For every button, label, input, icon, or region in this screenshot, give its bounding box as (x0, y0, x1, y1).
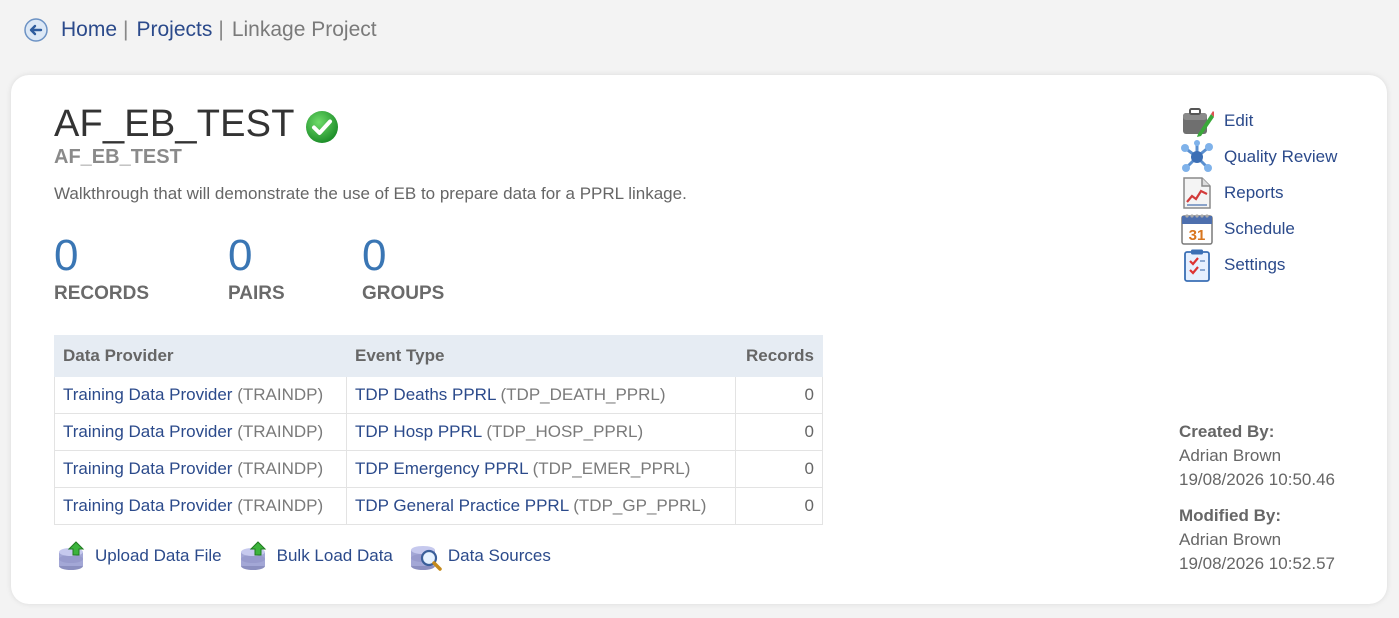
records-cell: 0 (735, 450, 823, 488)
event-type-link[interactable]: TDP Deaths PPRL (355, 385, 496, 404)
network-nodes-icon (1181, 140, 1213, 172)
stat-groups-label: GROUPS (362, 283, 445, 304)
calendar-day: 31 (1189, 227, 1206, 244)
project-description: Walkthrough that will demonstrate the us… (54, 184, 687, 203)
stat-pairs-label: PAIRS (228, 283, 285, 304)
table-row: Training Data Provider (TRAINDP) TDP Dea… (54, 376, 823, 414)
breadcrumb-separator: | (218, 18, 224, 41)
project-metadata: Created By: Adrian Brown 19/08/2026 10:5… (1179, 420, 1335, 588)
event-code: (TDP_EMER_PPRL) (532, 459, 691, 478)
calendar-icon: 31 (1181, 214, 1213, 245)
breadcrumb-current: Linkage Project (231, 18, 377, 41)
edit-label: Edit (1224, 111, 1254, 130)
modified-at: 19/08/2026 10:52.57 (1179, 554, 1335, 573)
records-cell: 0 (735, 413, 823, 451)
column-header-data-provider: Data Provider (54, 335, 347, 377)
bulk-load-data-label: Bulk Load Data (276, 546, 393, 565)
settings-label: Settings (1224, 255, 1286, 274)
event-code: (TDP_GP_PPRL) (573, 496, 707, 515)
breadcrumb: Home | Projects | Linkage Project (24, 14, 377, 46)
event-type-link[interactable]: TDP Emergency PPRL (355, 459, 528, 478)
event-cell: TDP Emergency PPRL (TDP_EMER_PPRL) (346, 450, 736, 488)
schedule-button[interactable]: 31 Schedule (1180, 211, 1337, 247)
modified-info: Modified By: Adrian Brown 19/08/2026 10:… (1179, 504, 1335, 576)
provider-cell: Training Data Provider (TRAINDP) (54, 487, 347, 525)
project-side-menu: Edit Quality Review Reports 31 Schedule … (1180, 103, 1337, 283)
database-upload-icon (240, 541, 266, 570)
table-row: Training Data Provider (TRAINDP) TDP Gen… (54, 487, 823, 525)
reports-button[interactable]: Reports (1180, 175, 1337, 211)
quality-review-label: Quality Review (1224, 147, 1338, 166)
created-by-label: Created By: (1179, 422, 1275, 441)
table-actions: Upload Data File Bulk Load Data Data Sou… (56, 540, 567, 572)
event-code: (TDP_HOSP_PPRL) (486, 422, 644, 441)
project-title: AF_EB_TEST (54, 103, 295, 145)
stat-pairs: 0 PAIRS (228, 231, 285, 305)
provider-link[interactable]: Training Data Provider (63, 459, 232, 478)
data-sources-button[interactable]: Data Sources (409, 540, 551, 572)
database-search-icon (410, 546, 442, 571)
data-sources-label: Data Sources (447, 546, 551, 565)
column-header-event-type: Event Type (346, 335, 736, 377)
stat-records-value: 0 (54, 231, 79, 280)
created-by-name: Adrian Brown (1179, 446, 1282, 465)
reports-label: Reports (1224, 183, 1284, 202)
stat-groups-value: 0 (362, 231, 387, 280)
table-row: Training Data Provider (TRAINDP) TDP Eme… (54, 450, 823, 488)
edit-briefcase-icon (1183, 108, 1214, 137)
event-code: (TDP_DEATH_PPRL) (500, 385, 666, 404)
title-row: AF_EB_TEST (54, 103, 339, 146)
provider-cell: Training Data Provider (TRAINDP) (54, 376, 347, 414)
check-circle-icon (305, 110, 338, 143)
stat-pairs-value: 0 (228, 231, 253, 280)
provider-code: (TRAINDP) (237, 422, 324, 441)
edit-button[interactable]: Edit (1180, 103, 1337, 139)
table-header-row: Data Provider Event Type Records (54, 335, 823, 377)
quality-review-button[interactable]: Quality Review (1180, 139, 1337, 175)
modified-by-label: Modified By: (1179, 506, 1281, 525)
created-at: 19/08/2026 10:50.46 (1179, 470, 1335, 489)
event-cell: TDP Hosp PPRL (TDP_HOSP_PPRL) (346, 413, 736, 451)
event-cell: TDP Deaths PPRL (TDP_DEATH_PPRL) (346, 376, 736, 414)
report-chart-icon (1183, 177, 1211, 209)
table-row: Training Data Provider (TRAINDP) TDP Hos… (54, 413, 823, 451)
data-provider-table: Data Provider Event Type Records Trainin… (54, 335, 823, 525)
settings-button[interactable]: Settings (1180, 247, 1337, 283)
modified-by-name: Adrian Brown (1179, 530, 1282, 549)
stat-records: 0 RECORDS (54, 231, 149, 305)
created-info: Created By: Adrian Brown 19/08/2026 10:5… (1179, 420, 1335, 492)
records-cell: 0 (735, 376, 823, 414)
provider-code: (TRAINDP) (237, 459, 324, 478)
column-header-records: Records (735, 335, 823, 377)
upload-data-file-label: Upload Data File (95, 546, 222, 565)
project-card: AF_EB_TEST AF_EB_TEST Walkthrough that w… (11, 75, 1387, 604)
bulk-load-data-button[interactable]: Bulk Load Data (238, 540, 393, 572)
database-upload-icon (59, 541, 85, 570)
provider-code: (TRAINDP) (237, 385, 324, 404)
provider-cell: Training Data Provider (TRAINDP) (54, 413, 347, 451)
project-subtitle: AF_EB_TEST (54, 146, 182, 168)
event-cell: TDP General Practice PPRL (TDP_GP_PPRL) (346, 487, 736, 525)
back-arrow-icon[interactable] (24, 18, 48, 42)
stat-groups: 0 GROUPS (362, 231, 444, 305)
upload-data-file-button[interactable]: Upload Data File (56, 540, 222, 572)
checklist-icon (1184, 249, 1210, 282)
breadcrumb-separator: | (123, 18, 129, 41)
schedule-label: Schedule (1224, 219, 1295, 238)
provider-link[interactable]: Training Data Provider (63, 496, 232, 515)
provider-cell: Training Data Provider (TRAINDP) (54, 450, 347, 488)
event-type-link[interactable]: TDP General Practice PPRL (355, 496, 569, 515)
stat-records-label: RECORDS (54, 283, 150, 304)
breadcrumb-home-link[interactable]: Home (61, 18, 117, 42)
breadcrumb-projects-link[interactable]: Projects (137, 18, 213, 42)
provider-code: (TRAINDP) (237, 496, 324, 515)
provider-link[interactable]: Training Data Provider (63, 385, 232, 404)
event-type-link[interactable]: TDP Hosp PPRL (355, 422, 482, 441)
records-cell: 0 (735, 487, 823, 525)
provider-link[interactable]: Training Data Provider (63, 422, 232, 441)
